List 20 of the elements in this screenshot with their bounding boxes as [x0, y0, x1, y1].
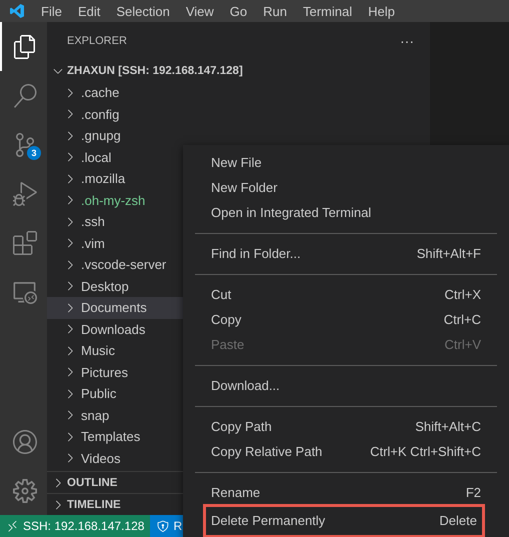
folder-name: .vscode-server [81, 257, 166, 272]
folder-name: .mozilla [81, 171, 126, 186]
count-badge: 3 [27, 146, 41, 160]
folder-name: Templates [81, 429, 140, 444]
folder-name: .config [81, 106, 120, 122]
folder-name: Desktop [81, 278, 129, 294]
folder-name: .local [81, 150, 112, 165]
folder-name: Pictures [81, 364, 128, 380]
folder-name: .vim [81, 236, 105, 251]
folder-name: .ssh [81, 214, 105, 230]
folder-name: Public [81, 386, 116, 402]
folder-name: .oh-my-zsh [81, 192, 146, 208]
folder-name: snap [81, 408, 110, 423]
folder-name: Documents [81, 300, 147, 316]
folder-name: Music [81, 343, 115, 358]
folder-name: .gnupg [81, 128, 121, 144]
sidebar-title: EXPLORER [67, 35, 127, 47]
folder-name: Videos [81, 450, 121, 466]
folder-name: .cache [81, 85, 120, 100]
folder-name: Downloads [81, 322, 146, 337]
